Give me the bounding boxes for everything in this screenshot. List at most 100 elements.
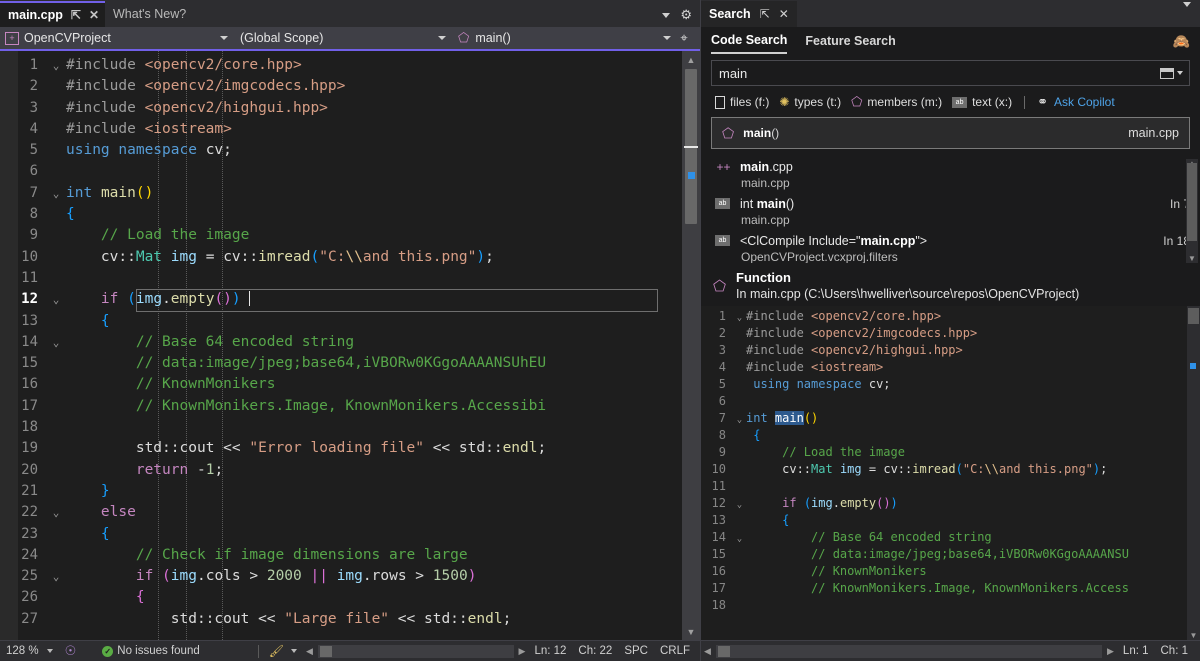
code-line[interactable]: 26 { [0, 587, 682, 608]
scroll-down-icon[interactable]: ▼ [682, 623, 700, 640]
preview-line[interactable]: 9 // Load the image [701, 444, 1187, 461]
scroll-right-icon[interactable]: ▶ [516, 646, 529, 657]
intellicode-icon[interactable]: ☉ [59, 643, 83, 659]
code-line[interactable]: 18 [0, 417, 682, 438]
scroll-down-icon[interactable]: ▼ [1186, 254, 1198, 263]
preview-line[interactable]: 13 { [701, 512, 1187, 529]
code-line[interactable]: 17 // KnownMonikers.Image, KnownMonikers… [0, 396, 682, 417]
fold-toggle-icon[interactable]: ⌄ [46, 55, 66, 76]
spaces-indicator[interactable]: SPC [618, 645, 654, 657]
editor-vertical-scrollbar[interactable]: ▲ ▼ [682, 51, 700, 640]
code-line[interactable]: 25⌄ if (img.cols > 2000 || img.rows > 15… [0, 566, 682, 587]
code-line[interactable]: 15 // data:image/jpeg;base64,iVBORw0KGgo… [0, 353, 682, 374]
scroll-right-icon[interactable]: ▶ [1104, 646, 1117, 657]
preview-line[interactable]: 11 [701, 478, 1187, 495]
code-line[interactable]: 27 std::cout << "Large file" << std::end… [0, 609, 682, 630]
code-line[interactable]: 2#include <opencv2/imgcodecs.hpp> [0, 76, 682, 97]
close-icon[interactable]: ✕ [779, 7, 789, 21]
fold-toggle-icon[interactable]: ⌄ [46, 332, 66, 353]
preview-source[interactable]: 1⌄#include <opencv2/core.hpp>2#include <… [701, 306, 1187, 640]
zoom-control[interactable]: 128 % [0, 645, 59, 657]
preview-line[interactable]: 5 using namespace cv; [701, 376, 1187, 393]
scroll-left-icon[interactable]: ◀ [701, 646, 714, 657]
search-result-selected[interactable]: ⬠ main() main.cpp [711, 117, 1190, 149]
preview-line[interactable]: 6 [701, 393, 1187, 410]
tab-feature-search[interactable]: Feature Search [805, 34, 895, 53]
hscroll-thumb[interactable] [320, 646, 332, 657]
search-input[interactable] [712, 66, 1154, 81]
preview-line[interactable]: 2#include <opencv2/imgcodecs.hpp> [701, 325, 1187, 342]
filter-text[interactable]: ab text (x:) [952, 95, 1012, 109]
tab-code-search[interactable]: Code Search [711, 33, 787, 54]
code-line[interactable]: 11 [0, 268, 682, 289]
preview-line[interactable]: 12⌄ if (img.empty()) [701, 495, 1187, 512]
search-result-item[interactable]: ab <ClCompile Include="main.cpp"> In 18 … [701, 231, 1200, 263]
preview-line[interactable]: 3#include <opencv2/highgui.hpp> [701, 342, 1187, 359]
code-line[interactable]: 10 cv::Mat img = cv::imread("C:\\and thi… [0, 247, 682, 268]
column-indicator[interactable]: Ch: 1 [1155, 645, 1200, 657]
pin-icon[interactable]: ⇱ [71, 9, 81, 21]
preview-line[interactable]: 18 [701, 597, 1187, 614]
preview-line[interactable]: 8 { [701, 427, 1187, 444]
hscroll-track[interactable] [318, 645, 514, 658]
preview-scrollbar[interactable]: ▲ ▼ [1187, 306, 1200, 640]
filter-types[interactable]: ✺ types (t:) [779, 95, 841, 109]
tab-whats-new[interactable]: What's New? [105, 1, 192, 27]
search-result-item[interactable]: ab int main() In 7 main.cpp [701, 194, 1200, 231]
scroll-up-icon[interactable]: ▲ [682, 51, 700, 68]
code-line[interactable]: 23 { [0, 524, 682, 545]
chevron-down-icon[interactable] [1177, 71, 1183, 75]
search-input-row[interactable] [711, 60, 1190, 86]
line-indicator[interactable]: Ln: 1 [1117, 645, 1155, 657]
fold-toggle-icon[interactable]: ⌄ [46, 289, 66, 310]
code-line[interactable]: 24 // Check if image dimensions are larg… [0, 545, 682, 566]
gear-icon[interactable]: ⚙ [680, 7, 692, 23]
line-indicator[interactable]: Ln: 12 [528, 645, 572, 657]
fold-toggle-icon[interactable]: ⌄ [46, 183, 66, 204]
preview-code[interactable]: 1⌄#include <opencv2/core.hpp>2#include <… [701, 306, 1200, 640]
code-line[interactable]: 20 return -1; [0, 460, 682, 481]
preview-line[interactable]: 7⌄int main() [701, 410, 1187, 427]
navbar-function-dropdown[interactable]: ⬠ main() [453, 27, 675, 49]
preview-line[interactable]: 17 // KnownMonikers.Image, KnownMonikers… [701, 580, 1187, 597]
code-line[interactable]: 14⌄ // Base 64 encoded string [0, 332, 682, 353]
editor-horizontal-scrollbar[interactable]: ◀ ▶ [303, 645, 528, 658]
preview-line[interactable]: 14⌄ // Base 64 encoded string [701, 529, 1187, 546]
preview-layout-button[interactable] [1154, 68, 1189, 79]
preview-line[interactable]: 1⌄#include <opencv2/core.hpp> [701, 308, 1187, 325]
fold-toggle-icon[interactable]: ⌄ [46, 502, 66, 523]
code-line[interactable]: 9 // Load the image [0, 225, 682, 246]
scrollbar-thumb[interactable] [1187, 163, 1197, 241]
hscroll-thumb[interactable] [718, 646, 730, 657]
code-viewport[interactable]: 1⌄#include <opencv2/core.hpp>2#include <… [0, 51, 682, 640]
hide-preview-icon[interactable]: 🙈 [1173, 33, 1190, 54]
code-editor[interactable]: 1⌄#include <opencv2/core.hpp>2#include <… [0, 51, 700, 640]
code-cleanup-button[interactable]: 🖌 [263, 644, 303, 658]
scroll-down-icon[interactable]: ▼ [1187, 631, 1200, 640]
code-line[interactable]: 1⌄#include <opencv2/core.hpp> [0, 55, 682, 76]
code-line[interactable]: 16 // KnownMonikers [0, 374, 682, 395]
code-line[interactable]: 21 } [0, 481, 682, 502]
results-scrollbar[interactable]: ▲ ▼ [1186, 159, 1198, 263]
scrollbar-thumb[interactable] [1188, 308, 1199, 324]
chevron-down-icon[interactable] [662, 13, 670, 18]
preview-line[interactable]: 15 // data:image/jpeg;base64,iVBORw0KGgo… [701, 546, 1187, 563]
ask-copilot-button[interactable]: ⚭ Ask Copilot [1037, 94, 1115, 110]
filter-files[interactable]: files (f:) [715, 95, 769, 109]
split-view-icon[interactable]: ⌖ [675, 30, 693, 46]
code-line[interactable]: 13 { [0, 311, 682, 332]
filter-members[interactable]: ⬠ members (m:) [851, 94, 942, 110]
fold-toggle-icon[interactable]: ⌄ [46, 566, 66, 587]
navbar-scope-dropdown[interactable]: (Global Scope) [235, 27, 450, 49]
code-line[interactable]: 19 std::cout << "Error loading file" << … [0, 438, 682, 459]
code-line[interactable]: 5using namespace cv; [0, 140, 682, 161]
code-line[interactable]: 4#include <iostream> [0, 119, 682, 140]
code-line[interactable]: 22⌄ else [0, 502, 682, 523]
preview-line[interactable]: 10 cv::Mat img = cv::imread("C:\\and thi… [701, 461, 1187, 478]
chevron-down-icon[interactable] [291, 649, 297, 653]
code-line[interactable]: 12⌄ if (img.empty()) [0, 289, 682, 310]
code-line[interactable]: 7⌄int main() [0, 183, 682, 204]
chevron-down-icon[interactable] [1183, 2, 1191, 21]
navbar-project-dropdown[interactable]: + OpenCVProject [0, 27, 232, 49]
chevron-down-icon[interactable] [47, 649, 53, 653]
